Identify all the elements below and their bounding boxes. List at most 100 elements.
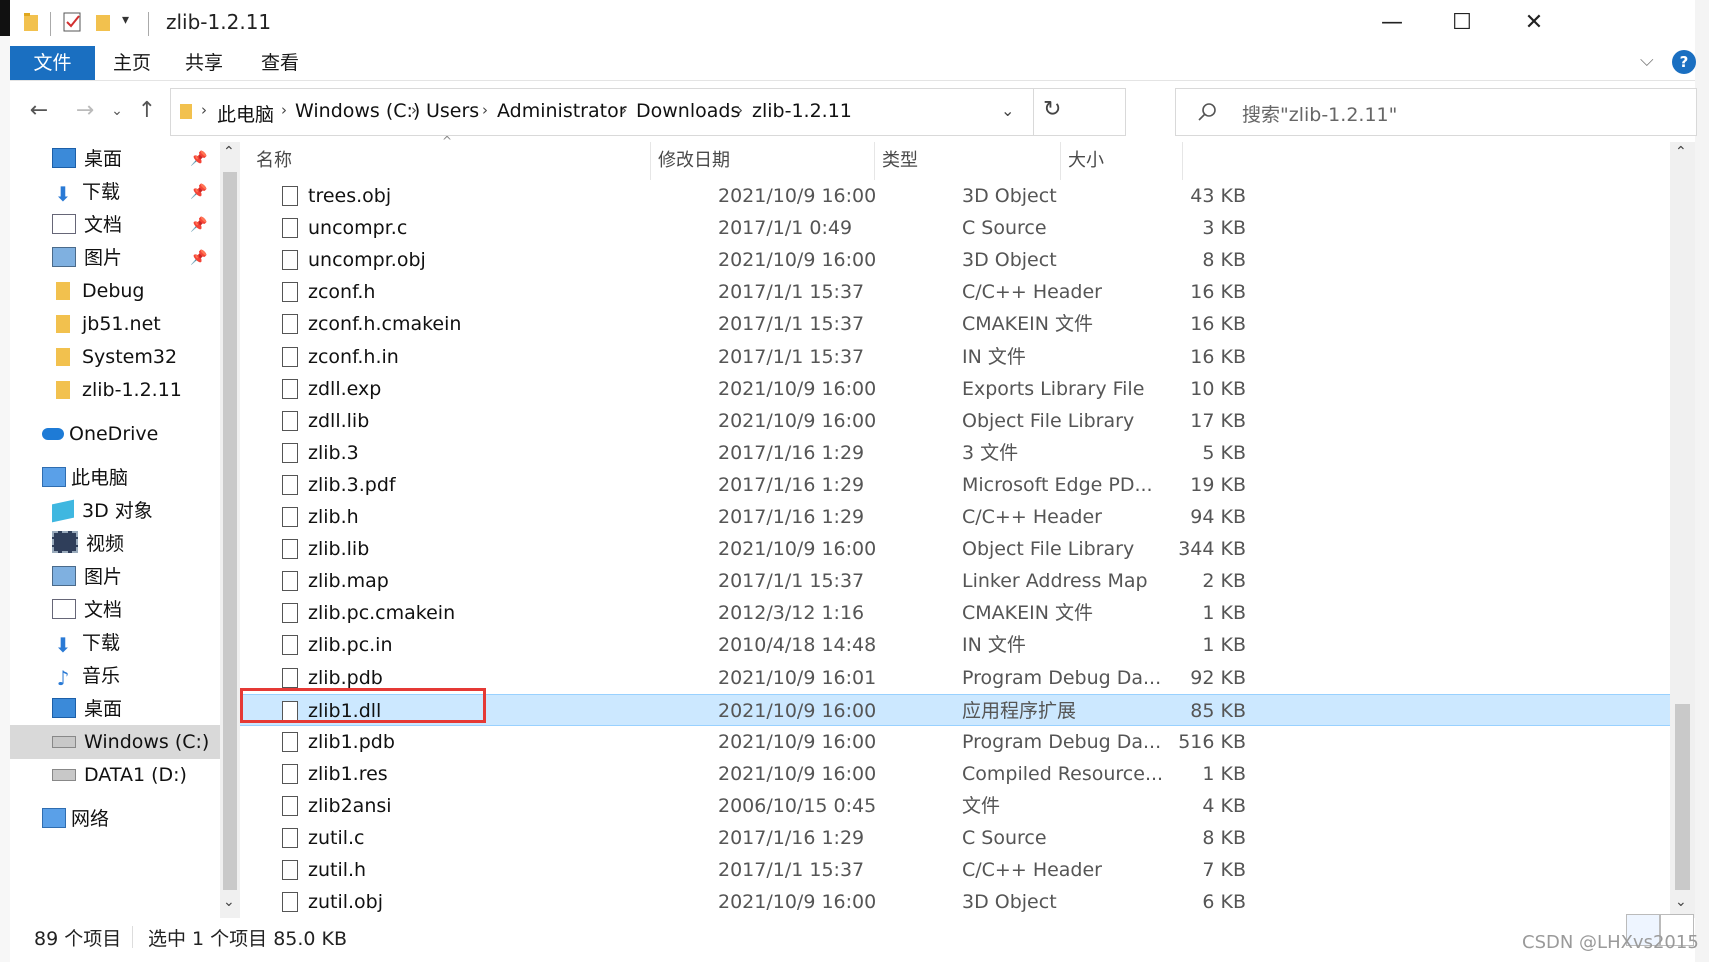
recent-locations-chevron-icon[interactable]: ⌄ (104, 96, 130, 126)
table-row[interactable]: zconf.h.cmakein 2017/1/1 15:37 CMAKEIN 文件 1… (240, 308, 1670, 340)
file-list-scrollbar[interactable]: ⌃ ⌄ (1670, 142, 1695, 918)
breadcrumb-users[interactable]: Users (426, 100, 479, 122)
file-list-scrollbar-thumb[interactable] (1675, 704, 1690, 890)
nav-pc-desktop[interactable]: 桌面 (52, 692, 122, 726)
file-date: 2017/1/1 15:37 (718, 281, 865, 304)
search-input[interactable]: 搜索"zlib-1.2.11" (1175, 88, 1697, 136)
download-icon: ⬇ (54, 633, 72, 657)
column-header-type[interactable]: 类型 (882, 142, 918, 180)
nav-pane-scrollbar[interactable]: ⌃ ⌄ (220, 142, 240, 918)
title-bar: ▾ zlib-1.2.11 — ☐ ✕ (10, 0, 1695, 46)
table-row[interactable]: zlib.3 2017/1/16 1:29 3 文件 5 KB (240, 437, 1670, 469)
table-row[interactable]: uncompr.obj 2021/10/9 16:00 3D Object 8 KB (240, 244, 1670, 276)
pin-icon[interactable]: 📌 (190, 208, 207, 242)
column-header-name[interactable]: 名称 (256, 142, 292, 180)
properties-icon[interactable] (62, 11, 84, 33)
nav-quick-system32[interactable]: System32 (52, 340, 177, 374)
table-row[interactable]: zlib.h 2017/1/16 1:29 C/C++ Header 94 KB (240, 501, 1670, 533)
table-row[interactable]: zdll.exp 2021/10/9 16:00 Exports Library F… (240, 373, 1670, 405)
nav-onedrive[interactable]: OneDrive (42, 417, 158, 451)
table-row[interactable]: zutil.obj 2021/10/9 16:00 3D Object 6 KB (240, 886, 1670, 918)
nav-pc-windows-c[interactable]: Windows (C:) (10, 725, 220, 759)
table-row[interactable]: trees.obj 2021/10/9 16:00 3D Object 43 KB (240, 180, 1670, 212)
close-button[interactable]: ✕ (1504, 6, 1564, 40)
scroll-up-arrow-icon[interactable]: ⌃ (223, 144, 235, 160)
file-type: 3 文件 (962, 441, 1019, 464)
breadcrumb-this-pc[interactable]: 此电脑 (217, 100, 274, 127)
address-bar[interactable]: › 此电脑 › Windows (C:) › Users › Administr… (170, 88, 1126, 136)
address-history-chevron-icon[interactable]: ⌄ (1001, 101, 1014, 120)
table-row[interactable]: zutil.h 2017/1/1 15:37 C/C++ Header 7 KB (240, 854, 1670, 886)
nav-quick-debug[interactable]: Debug (52, 274, 144, 308)
file-name: zlib1.pdb (308, 730, 395, 753)
nav-quick-desktop[interactable]: 桌面 📌 (52, 142, 207, 176)
scroll-down-arrow-icon[interactable]: ⌄ (223, 894, 235, 910)
nav-quick-documents[interactable]: 文档 📌 (52, 208, 207, 242)
help-icon[interactable]: ? (1672, 50, 1696, 74)
table-row[interactable]: zlib1.res 2021/10/9 16:00 Compiled Resourc… (240, 758, 1670, 790)
quick-access-dropdown-icon[interactable]: ▾ (122, 12, 129, 28)
table-row[interactable]: zlib1.pdb 2021/10/9 16:00 Program Debug Da… (240, 726, 1670, 758)
nav-pc-videos[interactable]: 视频 (52, 527, 124, 561)
nav-pc-pictures[interactable]: 图片 (52, 560, 122, 594)
scroll-up-arrow-icon[interactable]: ⌃ (1675, 144, 1687, 160)
table-row[interactable]: zlib.lib 2021/10/9 16:00 Object File Libra… (240, 533, 1670, 565)
document-icon (52, 599, 76, 619)
tab-view[interactable]: 查看 (250, 46, 310, 80)
column-header-date[interactable]: 修改日期 (658, 142, 730, 180)
nav-pc-downloads[interactable]: ⬇ 下载 (52, 626, 120, 660)
pin-icon[interactable]: 📌 (190, 142, 207, 176)
tab-home[interactable]: 主页 (102, 46, 162, 80)
table-row[interactable]: zlib.map 2017/1/1 15:37 Linker Address Map… (240, 565, 1670, 597)
nav-pc-3d-objects[interactable]: 3D 对象 (52, 494, 153, 528)
breadcrumb-administrator[interactable]: Administrator (497, 100, 627, 122)
table-row[interactable]: uncompr.c 2017/1/1 0:49 C Source 3 KB (240, 212, 1670, 244)
new-folder-icon[interactable] (94, 11, 114, 33)
nav-quick-zlib[interactable]: zlib-1.2.11 (52, 373, 182, 407)
refresh-icon[interactable]: ↻ (1043, 97, 1061, 122)
breadcrumb-current-folder[interactable]: zlib-1.2.11 (752, 100, 852, 122)
minimize-button[interactable]: — (1362, 6, 1422, 40)
file-name: uncompr.obj (308, 249, 426, 272)
breadcrumb-downloads[interactable]: Downloads (636, 100, 740, 122)
tab-file[interactable]: 文件 (10, 46, 95, 80)
nav-this-pc[interactable]: 此电脑 (42, 461, 128, 495)
file-type: C/C++ Header (962, 859, 1102, 882)
nav-quick-pictures[interactable]: 图片 📌 (52, 241, 207, 275)
nav-pc-music[interactable]: ♪ 音乐 (52, 659, 120, 693)
table-row[interactable]: zdll.lib 2021/10/9 16:00 Object File Libra… (240, 405, 1670, 437)
file-icon (282, 892, 298, 913)
table-row[interactable]: zlib2ansi 2006/10/15 0:45 文件 4 KB (240, 790, 1670, 822)
scroll-down-arrow-icon[interactable]: ⌄ (1675, 894, 1687, 910)
file-type: C/C++ Header (962, 506, 1102, 528)
nav-quick-downloads[interactable]: ⬇ 下载 📌 (52, 175, 208, 209)
table-row[interactable]: zconf.h 2017/1/1 15:37 C/C++ Header 16 KB (240, 276, 1670, 308)
nav-quick-jb51[interactable]: jb51.net (52, 307, 161, 341)
pin-icon[interactable]: 📌 (190, 241, 207, 275)
nav-scrollbar-thumb[interactable] (223, 172, 237, 890)
file-icon (282, 507, 298, 527)
breadcrumb-windows-c[interactable]: Windows (C:) (295, 100, 420, 122)
table-row[interactable]: zlib.3.pdf 2017/1/16 1:29 Microsoft Edge P… (240, 469, 1670, 501)
nav-network[interactable]: 网络 (42, 802, 109, 836)
document-icon (52, 214, 76, 234)
forward-arrow-icon[interactable]: → (72, 96, 98, 126)
nav-pc-documents[interactable]: 文档 (52, 593, 122, 627)
table-row[interactable]: zlib.pc.cmakein 2012/3/12 1:16 CMAKEIN 文件 1… (240, 597, 1670, 629)
file-name: zutil.c (308, 827, 365, 849)
folder-icon[interactable] (22, 11, 42, 33)
expand-ribbon-icon[interactable]: ⌵ (1640, 50, 1654, 71)
file-size: 1 KB (1202, 602, 1246, 625)
table-row[interactable]: zconf.h.in 2017/1/1 15:37 IN 文件 16 KB (240, 341, 1670, 373)
file-date: 2017/1/1 15:37 (718, 313, 865, 336)
table-row[interactable]: zutil.c 2017/1/16 1:29 C Source 8 KB (240, 822, 1670, 854)
up-arrow-icon[interactable]: ↑ (134, 96, 160, 126)
tab-share[interactable]: 共享 (174, 46, 234, 80)
back-arrow-icon[interactable]: ← (26, 96, 52, 126)
column-header-size[interactable]: 大小 (1068, 142, 1104, 180)
drive-d-icon (52, 769, 76, 781)
table-row[interactable]: zlib.pc.in 2010/4/18 14:48 IN 文件 1 KB (240, 629, 1670, 661)
maximize-button[interactable]: ☐ (1432, 6, 1492, 40)
pin-icon[interactable]: 📌 (190, 175, 207, 209)
nav-pc-data1-d[interactable]: DATA1 (D:) (52, 758, 187, 792)
